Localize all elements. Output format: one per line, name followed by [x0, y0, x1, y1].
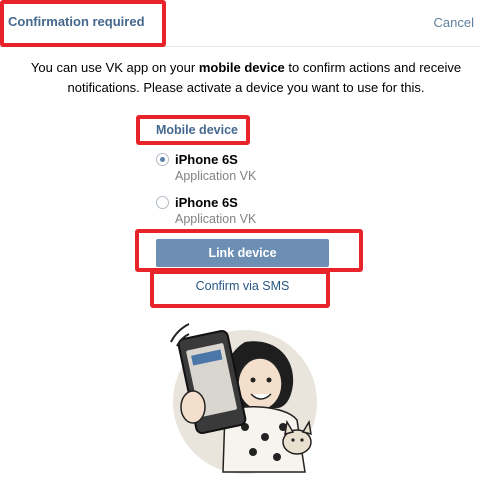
intro-text: You can use VK app on your mobile device… — [30, 58, 462, 98]
vk-mascot-illustration — [170, 323, 317, 474]
highlight-box-title — [0, 0, 166, 47]
intro-text-before: You can use VK app on your — [30, 60, 199, 75]
device-app: Application VK — [175, 212, 257, 226]
highlight-box-sms — [150, 270, 330, 308]
device-app: Application VK — [175, 169, 257, 183]
intro-text-bold: mobile device — [198, 60, 285, 75]
highlight-box-button — [135, 229, 363, 272]
device-name: iPhone 6S — [175, 195, 238, 210]
cancel-link[interactable]: Cancel — [434, 15, 474, 30]
highlight-box-section — [136, 115, 250, 145]
radio-unchecked-icon[interactable] — [156, 196, 169, 209]
device-name: iPhone 6S — [175, 152, 238, 167]
radio-checked-icon[interactable] — [156, 153, 169, 166]
